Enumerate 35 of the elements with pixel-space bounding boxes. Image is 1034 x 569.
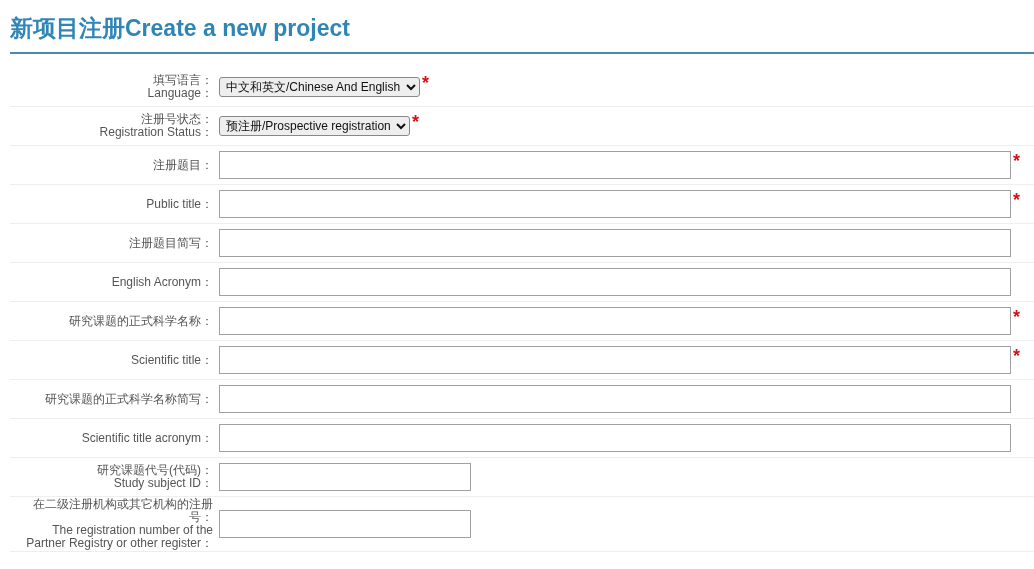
field-label: 注册题目： xyxy=(152,158,213,172)
field-label: 研究课题的正式科学名称： xyxy=(68,314,213,328)
field-label: Study subject ID： xyxy=(112,477,213,490)
input-field[interactable] xyxy=(219,229,1011,257)
required-mark: * xyxy=(412,112,419,133)
field-label: Scientific title acronym： xyxy=(80,431,213,445)
input-field[interactable] xyxy=(219,385,1011,413)
field-label: The registration number of the Partner Registry or other register： xyxy=(25,524,213,550)
field-label: 研究课题代号(代码)： xyxy=(96,464,213,477)
input-field[interactable] xyxy=(219,307,1011,335)
input-field[interactable] xyxy=(219,463,471,491)
dropdown-select[interactable]: 预注册/Prospective registration xyxy=(219,116,410,136)
field-label: 注册号状态： xyxy=(140,113,213,126)
field-label: 在二级注册机构或其它机构的注册号： xyxy=(32,498,213,524)
required-mark: * xyxy=(1013,346,1020,367)
input-field[interactable] xyxy=(219,510,471,538)
field-label: Language： xyxy=(146,87,213,100)
input-field[interactable] xyxy=(219,346,1011,374)
field-label: English Acronym： xyxy=(110,275,213,289)
dropdown-select[interactable]: 中文和英文/Chinese And English xyxy=(219,77,420,97)
field-label: 注册题目简写： xyxy=(128,236,213,250)
required-mark: * xyxy=(1013,307,1020,328)
field-label: Public title： xyxy=(145,197,213,211)
input-field[interactable] xyxy=(219,268,1011,296)
field-label: 研究课题的正式科学名称简写： xyxy=(44,392,213,406)
required-mark: * xyxy=(1013,151,1020,172)
field-label: Scientific title： xyxy=(129,353,213,367)
input-field[interactable] xyxy=(219,424,1011,452)
field-label: 填写语言： xyxy=(152,74,213,87)
input-field[interactable] xyxy=(219,151,1011,179)
input-field[interactable] xyxy=(219,190,1011,218)
field-label: Registration Status： xyxy=(98,126,213,139)
page-title: 新项目注册Create a new project xyxy=(10,12,1034,54)
required-mark: * xyxy=(422,73,429,94)
required-mark: * xyxy=(1013,190,1020,211)
